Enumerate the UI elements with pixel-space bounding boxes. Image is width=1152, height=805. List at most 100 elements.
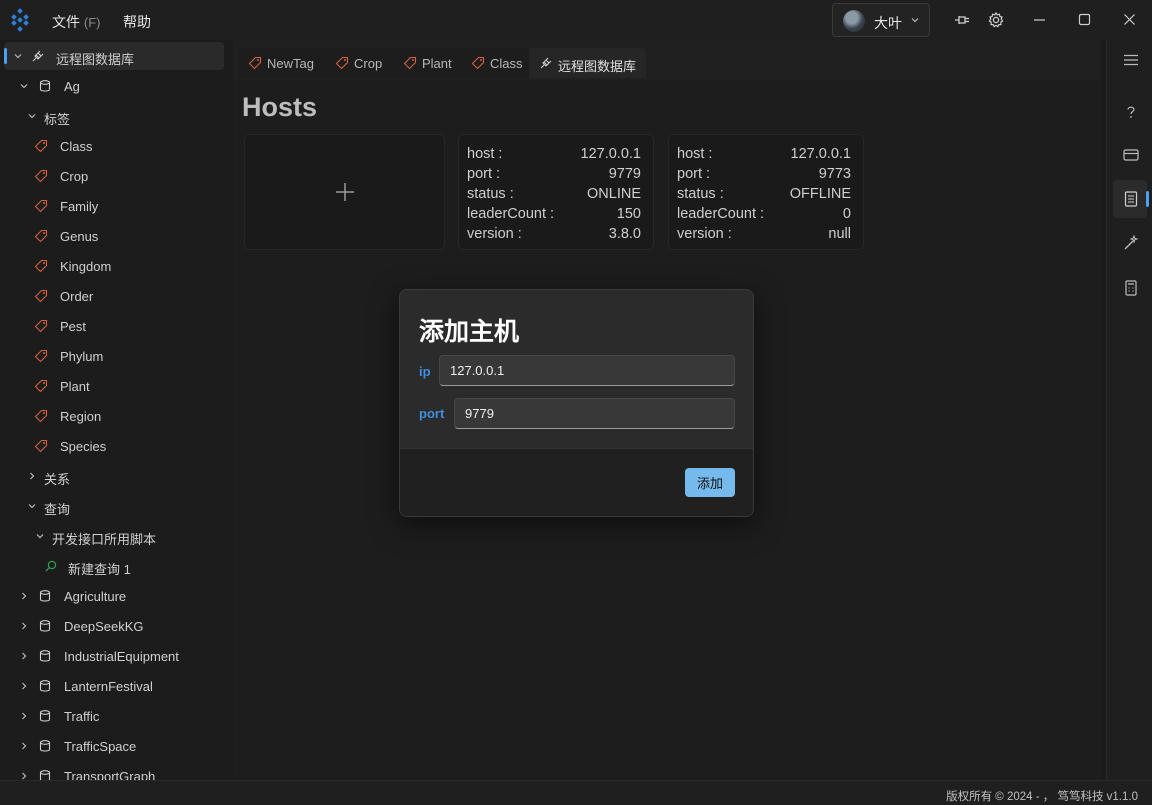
host-card[interactable]: host : 127.0.0.1 port : 9773 status : OFFLI… (668, 134, 864, 250)
tree-tag-item[interactable]: Plant (0, 372, 226, 400)
search-icon (45, 560, 57, 572)
database-icon (39, 710, 51, 722)
menu-file[interactable]: 文件 (F) (52, 12, 101, 32)
tree-tag-item[interactable]: Pest (0, 312, 226, 340)
tab-plant[interactable]: Plant (393, 48, 461, 78)
copyright-version-text: 版权所有 © 2024 - ， 笃笃科技 v1.1.0 (946, 791, 1138, 803)
tree-space-item[interactable]: TrafficSpace (0, 732, 226, 760)
port-field[interactable] (454, 398, 735, 429)
field-key: host : (467, 146, 503, 162)
tab-class[interactable]: Class (461, 48, 529, 78)
tree-tag-item[interactable]: Species (0, 432, 226, 460)
tree-tag-item[interactable]: Region (0, 402, 226, 430)
tag-icon (34, 139, 48, 153)
menu-lines-icon[interactable] (1122, 51, 1140, 69)
tab-label: NewTag (267, 56, 314, 71)
database-icon (39, 680, 51, 692)
field-key: host : (677, 146, 713, 162)
card-icon[interactable] (1122, 146, 1140, 164)
chevron-down-icon[interactable] (19, 81, 29, 91)
menu-help[interactable]: 帮助 (123, 12, 151, 32)
tree-query-item[interactable]: 新建查询 1 (0, 552, 226, 580)
port-row: port : 9779 (459, 166, 653, 186)
pin-icon[interactable] (952, 10, 972, 30)
user-menu-button[interactable]: 大叶 (832, 3, 930, 37)
tree-tag-item[interactable]: Genus (0, 222, 226, 250)
tree-query-folder[interactable]: 开发接口所用脚本 (0, 522, 226, 550)
tree-space-item[interactable]: Traffic (0, 702, 226, 730)
tree-root-remote-db[interactable]: 远程图数据库 (4, 42, 224, 70)
document-list-icon[interactable] (1122, 190, 1140, 208)
tree-label: IndustrialEquipment (64, 649, 179, 664)
tag-icon (34, 349, 48, 363)
tab-label: 远程图数据库 (558, 59, 637, 74)
field-key: port : (467, 166, 501, 182)
tab-remote-db[interactable]: 远程图数据库 (529, 48, 646, 78)
database-icon (39, 80, 51, 92)
tree-tag-item[interactable]: Kingdom (0, 252, 226, 280)
host-status: ONLINE (587, 186, 641, 202)
chevron-down-icon[interactable] (35, 531, 45, 541)
chevron-right-icon[interactable] (19, 711, 29, 721)
field-key: port : (677, 166, 711, 182)
host-version: 3.8.0 (608, 226, 641, 242)
tab-newtag[interactable]: NewTag (238, 48, 325, 78)
calculator-icon[interactable] (1122, 279, 1140, 297)
tab-crop[interactable]: Crop (325, 48, 393, 78)
chevron-right-icon[interactable] (19, 651, 29, 661)
tree-tag-item[interactable]: Order (0, 282, 226, 310)
add-button[interactable]: 添加 (685, 468, 735, 497)
tree-label: Region (60, 409, 102, 424)
maximize-icon[interactable] (1075, 10, 1095, 30)
help-question-icon[interactable] (1122, 103, 1140, 121)
tree-space-item[interactable]: TransportGraph (0, 762, 226, 780)
ip-field[interactable] (439, 355, 735, 386)
chevron-down-icon[interactable] (27, 501, 37, 511)
right-tool-rail (1106, 40, 1152, 780)
chevron-right-icon[interactable] (19, 741, 29, 751)
close-icon[interactable] (1120, 10, 1140, 30)
chevron-down-icon[interactable] (27, 111, 37, 121)
connection-plug-icon (540, 57, 552, 69)
add-host-dialog: 添加主机 ip port 添加 (399, 289, 754, 517)
add-host-card[interactable] (244, 134, 445, 250)
host-leader-count: 150 (616, 206, 641, 222)
tree-label: Agriculture (64, 589, 127, 604)
tree-space-item[interactable]: LanternFestival (0, 672, 226, 700)
tree-space-item[interactable]: Agriculture (0, 582, 226, 610)
port-label: port (419, 406, 445, 421)
chevron-right-icon[interactable] (19, 591, 29, 601)
tree-tag-item[interactable]: Phylum (0, 342, 226, 370)
tree-tag-item[interactable]: Family (0, 192, 226, 220)
plus-icon (336, 183, 354, 201)
settings-gear-icon[interactable] (986, 10, 1006, 30)
chevron-down-icon[interactable] (13, 51, 23, 61)
tree-tag-item[interactable]: Crop (0, 162, 226, 190)
tree-label: 关系 (44, 472, 71, 487)
magic-wand-icon[interactable] (1122, 234, 1140, 252)
tree-group-relations[interactable]: 关系 (0, 462, 226, 490)
tree-label: 远程图数据库 (56, 52, 135, 67)
tab-label: Class (490, 56, 523, 71)
chevron-right-icon[interactable] (19, 771, 29, 780)
tree-label: Ag (64, 79, 80, 94)
field-key: status : (467, 186, 514, 202)
tree-group-query[interactable]: 查询 (0, 492, 226, 520)
tree-space-item[interactable]: IndustrialEquipment (0, 642, 226, 670)
tree-tag-item[interactable]: Class (0, 132, 226, 160)
chevron-right-icon[interactable] (19, 621, 29, 631)
host-card[interactable]: host : 127.0.0.1 port : 9779 status : ONLIN… (458, 134, 654, 250)
field-key: leaderCount : (677, 206, 765, 222)
tree-space-ag[interactable]: Ag (0, 72, 226, 100)
leader-count-row: leaderCount : 150 (459, 206, 653, 226)
database-icon (39, 650, 51, 662)
field-key: leaderCount : (467, 206, 555, 222)
tree-space-item[interactable]: DeepSeekKG (0, 612, 226, 640)
minimize-icon[interactable] (1030, 10, 1050, 30)
host-port: 9779 (608, 166, 641, 182)
chevron-right-icon[interactable] (27, 471, 37, 481)
tree-label: Plant (60, 379, 90, 394)
chevron-right-icon[interactable] (19, 681, 29, 691)
tree-group-tags[interactable]: 标签 (0, 102, 226, 130)
ip-label: ip (419, 364, 431, 379)
